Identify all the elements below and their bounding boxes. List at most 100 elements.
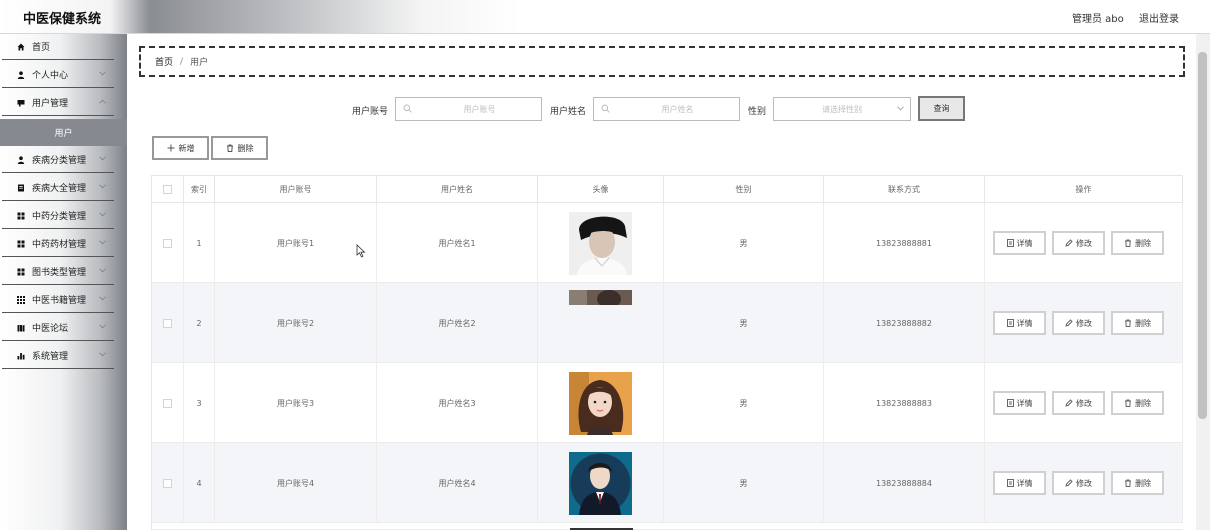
avatar-cell: [538, 363, 664, 443]
row-select-cell: [152, 203, 184, 283]
document-icon: [1006, 479, 1014, 487]
edit-button-label: 修改: [1076, 398, 1092, 408]
row-checkbox[interactable]: [163, 478, 172, 488]
gender-cell: 男: [664, 283, 824, 363]
add-button-label: 新增: [178, 143, 195, 153]
gender-search-label: 性别: [748, 107, 767, 117]
sidebar-item-label: 图书类型管理: [32, 268, 87, 278]
book-icon: [16, 324, 26, 332]
account-search-input[interactable]: [395, 97, 542, 121]
table-row: 1 用户账号1 用户姓名1 男 13823888881 详情 修改 删除: [152, 203, 1183, 283]
detail-button[interactable]: 详情: [993, 391, 1046, 415]
detail-button[interactable]: 详情: [993, 311, 1046, 335]
name-cell: 用户姓名1: [377, 203, 538, 283]
chevron-down-icon: [99, 268, 106, 273]
home-icon: [16, 43, 26, 51]
batch-delete-button[interactable]: 删除: [211, 136, 268, 160]
index-cell: 1: [184, 203, 215, 283]
logout-link[interactable]: 退出登录: [1139, 10, 1179, 25]
delete-button-label: 删除: [1135, 398, 1151, 408]
sidebar-subitem-user[interactable]: 用户: [0, 119, 127, 146]
delete-button[interactable]: 删除: [1111, 231, 1164, 255]
chevron-down-icon: [99, 156, 106, 161]
edit-button[interactable]: 修改: [1052, 231, 1105, 255]
document-icon: [1006, 399, 1014, 407]
detail-button-label: 详情: [1016, 398, 1033, 408]
chevron-down-icon: [99, 184, 106, 189]
sidebar-item-disease-encyclopedia[interactable]: 疾病大全管理: [2, 175, 114, 201]
select-all-checkbox[interactable]: [163, 185, 172, 194]
row-select-cell: [152, 363, 184, 443]
row-checkbox[interactable]: [163, 238, 172, 248]
actions-cell: 详情 修改 删除: [985, 203, 1183, 283]
breadcrumb: 首页 / 用户: [139, 46, 1185, 77]
index-cell: 4: [184, 443, 215, 523]
sidebar-item-user-management[interactable]: 用户管理: [2, 90, 114, 116]
delete-button[interactable]: 删除: [1111, 391, 1164, 415]
name-search-input[interactable]: [593, 97, 740, 121]
delete-button[interactable]: 删除: [1111, 311, 1164, 335]
table-row: 4 用户账号4 用户姓名4 男 13823888884 详情 修改 删除: [152, 443, 1183, 523]
sidebar-item-label: 个人中心: [32, 71, 69, 81]
add-button[interactable]: 新增: [152, 136, 209, 160]
index-cell: 2: [184, 283, 215, 363]
actions-cell: 详情 修改 删除: [985, 363, 1183, 443]
sidebar-item-book-type[interactable]: 图书类型管理: [2, 259, 114, 285]
edit-button[interactable]: 修改: [1052, 471, 1105, 495]
sidebar-item-disease-category[interactable]: 疾病分类管理: [2, 147, 114, 173]
breadcrumb-current: 用户: [190, 58, 209, 68]
chevron-down-icon: [99, 296, 106, 301]
sidebar-item-label: 首页: [32, 43, 51, 53]
batch-delete-button-label: 删除: [237, 143, 254, 153]
sidebar-item-home[interactable]: 首页: [2, 34, 114, 60]
edit-icon: [1065, 239, 1073, 247]
trash-icon: [1125, 239, 1131, 247]
current-user-label: 管理员 abo: [1072, 14, 1124, 25]
column-header: 用户姓名: [377, 176, 538, 203]
table-row: 3 用户账号3 用户姓名3 男 13823888883 详情 修改 删除: [152, 363, 1183, 443]
edit-button[interactable]: 修改: [1052, 311, 1105, 335]
breadcrumb-separator: /: [180, 56, 184, 67]
delete-button-label: 删除: [1135, 318, 1151, 328]
sidebar-item-personal-center[interactable]: 个人中心: [2, 62, 114, 88]
person-icon: [16, 155, 26, 164]
mouse-cursor-icon: [356, 244, 366, 258]
sidebar-item-tcm-forum[interactable]: 中医论坛: [2, 315, 114, 341]
sidebar-item-label: 疾病分类管理: [32, 156, 87, 166]
account-cell: 用户账号2: [215, 283, 377, 363]
sidebar-item-tcm-books[interactable]: 中医书籍管理: [2, 287, 114, 313]
sidebar-item-herb-materials[interactable]: 中药药材管理: [2, 231, 114, 257]
chevron-down-icon: [99, 212, 106, 217]
trash-icon: [1125, 399, 1131, 407]
row-checkbox[interactable]: [163, 398, 172, 408]
sidebar: 首页 个人中心 用户管理 用户 疾病分类管理 疾病大全管理 中药分类管理 中药药…: [0, 34, 127, 530]
search-icon: [403, 104, 412, 113]
user-table: 索引 用户账号 用户姓名 头像 性别 联系方式 操作 1 用户账号1 用户姓名1…: [151, 175, 1183, 530]
name-cell: 用户姓名2: [377, 283, 538, 363]
sidebar-item-label: 中医书籍管理: [32, 296, 87, 306]
row-select-cell: [152, 443, 184, 523]
detail-button[interactable]: 详情: [993, 471, 1046, 495]
detail-button-label: 详情: [1016, 478, 1033, 488]
query-button[interactable]: 查询: [918, 96, 965, 121]
grid-icon: [16, 268, 26, 276]
breadcrumb-home-link[interactable]: 首页: [155, 55, 173, 68]
sidebar-item-system-management[interactable]: 系统管理: [2, 343, 114, 369]
chevron-down-icon: [99, 352, 106, 357]
scrollbar-thumb[interactable]: [1198, 52, 1207, 419]
sidebar-item-label: 疾病大全管理: [32, 184, 87, 194]
phone-cell: 13823888884: [824, 443, 985, 523]
edit-button-label: 修改: [1076, 478, 1092, 488]
gender-select[interactable]: 请选择性别: [773, 97, 911, 121]
edit-button[interactable]: 修改: [1052, 391, 1105, 415]
row-checkbox[interactable]: [163, 318, 172, 328]
name-cell: 用户姓名4: [377, 443, 538, 523]
plus-icon: [167, 144, 174, 152]
chevron-down-icon: [99, 71, 106, 76]
column-header: 性别: [664, 176, 824, 203]
detail-button[interactable]: 详情: [993, 231, 1046, 255]
actions-cell: 详情 修改 删除: [985, 283, 1183, 363]
select-all-cell: [152, 176, 184, 203]
sidebar-item-herb-category[interactable]: 中药分类管理: [2, 203, 114, 229]
delete-button[interactable]: 删除: [1111, 471, 1164, 495]
